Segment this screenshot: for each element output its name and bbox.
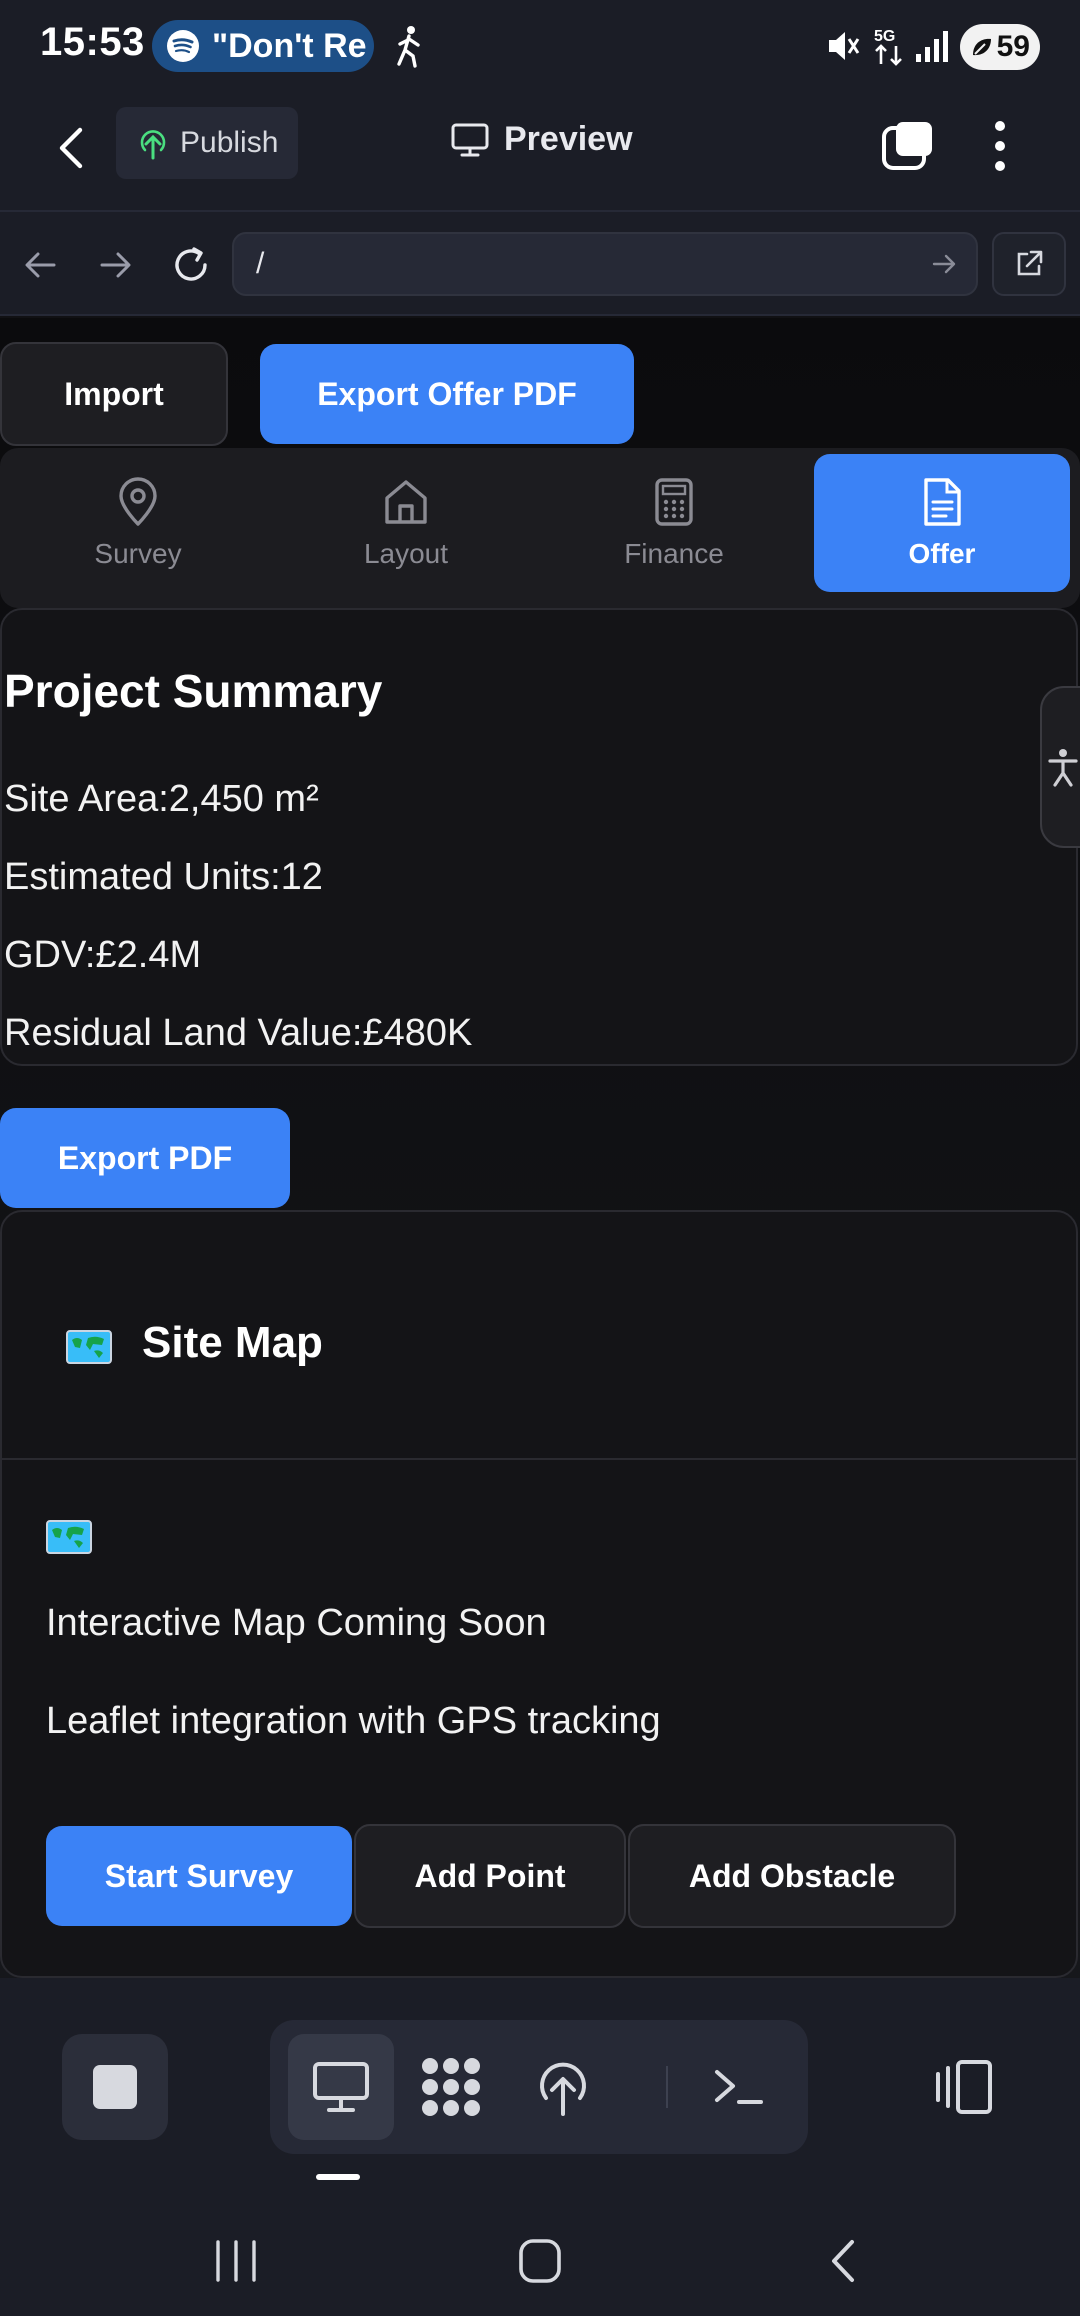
more-options-icon[interactable]: [988, 118, 1012, 174]
battery-icon: 59: [960, 24, 1040, 70]
tabs-icon[interactable]: [880, 118, 936, 174]
document-icon: [920, 476, 964, 528]
tab-finance[interactable]: Finance: [546, 454, 802, 592]
summary-title: Project Summary: [4, 665, 383, 717]
add-point-button[interactable]: Add Point: [354, 1824, 626, 1928]
terminal-icon: [711, 2064, 767, 2110]
map-pin-icon: [115, 476, 161, 528]
publish-icon: [138, 126, 168, 160]
tool-preview[interactable]: [288, 2034, 394, 2140]
bottom-dock: [0, 1978, 1080, 2206]
publish-icon: [535, 2056, 591, 2118]
nav-forward-icon[interactable]: [96, 246, 134, 284]
workflow-tabs: Survey Layout Finance Offer: [0, 448, 1080, 608]
monitor-icon: [450, 122, 490, 158]
app-header: Publish Preview: [0, 92, 1080, 212]
media-pill[interactable]: "Don't Re: [152, 20, 374, 72]
summary-row-site-area: Site Area:2,450 m²: [4, 778, 319, 820]
tool-apps[interactable]: [398, 2034, 504, 2140]
apps-icon: [418, 2054, 484, 2120]
battery-level: 59: [996, 30, 1030, 63]
tab-layout-label: Layout: [363, 538, 449, 569]
stop-button[interactable]: [62, 2034, 168, 2140]
system-back-icon[interactable]: [826, 2238, 860, 2284]
summary-row-estimated-units: Estimated Units:12: [4, 856, 323, 898]
tool-group: [270, 2020, 808, 2154]
accessibility-icon: [1046, 745, 1080, 789]
import-button[interactable]: Import: [0, 342, 228, 446]
tab-survey-label: Survey: [94, 538, 182, 569]
summary-row-gdv: GDV:£2.4M: [4, 934, 202, 976]
status-time: 15:53: [40, 20, 145, 64]
export-pdf-button[interactable]: Export PDF: [0, 1108, 290, 1208]
accessibility-button[interactable]: [1040, 686, 1080, 848]
preview-title[interactable]: Preview: [450, 120, 633, 159]
recent-apps-icon[interactable]: [214, 2240, 258, 2282]
site-map-card: Site Map Interactive Map Coming Soon Lea…: [0, 1210, 1078, 1978]
system-nav-bar: [0, 2206, 1080, 2316]
summary-row-residual-land-value: Residual Land Value:£480K: [4, 1012, 473, 1054]
back-icon[interactable]: [52, 122, 92, 174]
stop-icon: [91, 2063, 139, 2111]
tab-finance-label: Finance: [624, 538, 724, 569]
reload-icon[interactable]: [170, 244, 212, 286]
tab-survey[interactable]: Survey: [10, 454, 266, 592]
mute-icon: [826, 28, 860, 64]
go-arrow-icon[interactable]: [930, 250, 958, 278]
tab-layout[interactable]: Layout: [278, 454, 534, 592]
url-bar: /: [0, 212, 1080, 316]
url-text: /: [256, 247, 265, 280]
tab-offer-label: Offer: [908, 538, 976, 569]
map-description-text: Leaflet integration with GPS tracking: [46, 1700, 661, 1742]
external-link-icon: [1013, 248, 1045, 280]
tool-divider: [666, 2066, 668, 2108]
nav-back-icon[interactable]: [22, 246, 60, 284]
home-icon[interactable]: [518, 2238, 562, 2284]
site-map-title: Site Map: [142, 1318, 323, 1367]
world-map-icon: [46, 1520, 92, 1554]
publish-button[interactable]: Publish: [116, 107, 298, 179]
tool-terminal[interactable]: [686, 2034, 792, 2140]
map-coming-soon-text: Interactive Map Coming Soon: [46, 1602, 547, 1644]
monitor-icon: [311, 2060, 371, 2114]
device-frame-icon[interactable]: [932, 2058, 996, 2116]
status-bar: 15:53 "Don't Re 5G 59: [0, 0, 1080, 92]
world-map-icon: [66, 1330, 112, 1364]
add-obstacle-button[interactable]: Add Obstacle: [628, 1824, 956, 1928]
dock-indicator: [316, 2174, 360, 2180]
start-survey-button[interactable]: Start Survey: [46, 1826, 352, 1926]
open-external-button[interactable]: [992, 232, 1066, 296]
svg-text:5G: 5G: [874, 28, 895, 45]
calculator-icon: [652, 476, 696, 528]
spotify-icon: [166, 29, 200, 63]
url-input[interactable]: /: [232, 232, 978, 296]
walking-icon: [394, 24, 424, 68]
home-icon: [381, 476, 431, 528]
preview-label: Preview: [504, 120, 633, 158]
export-offer-pdf-button[interactable]: Export Offer PDF: [260, 344, 634, 444]
tab-offer[interactable]: Offer: [814, 454, 1070, 592]
publish-label: Publish: [180, 126, 279, 159]
tool-publish[interactable]: [510, 2034, 616, 2140]
media-title: "Don't Re: [212, 26, 367, 65]
site-map-header: Site Map: [2, 1212, 1076, 1460]
5g-icon: 5G: [872, 24, 908, 66]
project-summary-card: Project Summary Site Area:2,450 m² Estim…: [0, 608, 1078, 1066]
page-content: Import Export Offer PDF Survey Layout Fi…: [0, 318, 1080, 1978]
signal-icon: [914, 28, 950, 64]
